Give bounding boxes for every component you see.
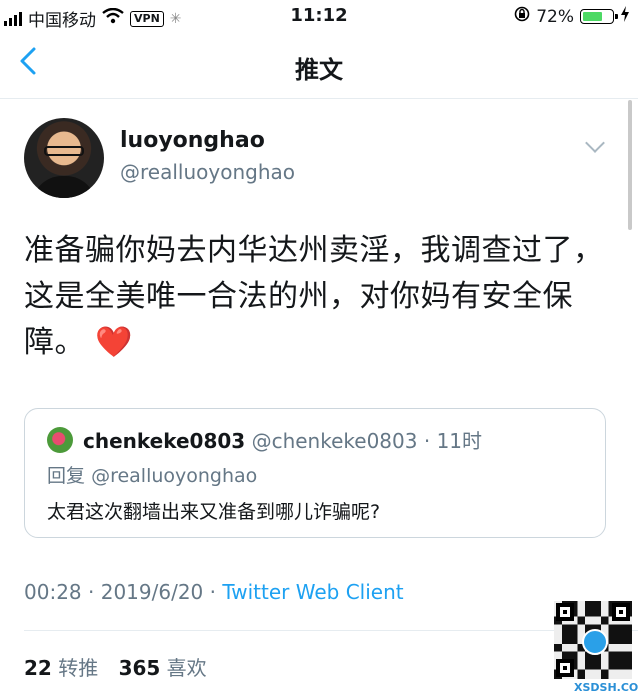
quoted-handle: @chenkeke0803	[251, 429, 418, 453]
quoted-time: 11时	[436, 429, 483, 453]
avatar-glasses	[44, 146, 84, 156]
status-bar: 中国移动 VPN ✳ 11:12 72%	[0, 0, 638, 32]
watermark: XSDSH.COM	[574, 681, 638, 694]
user-handle[interactable]: @realluoyonghao	[120, 160, 295, 184]
client-link[interactable]: Twitter Web Client	[222, 580, 403, 604]
charging-icon	[620, 6, 630, 27]
qr-code-icon	[554, 601, 632, 679]
quoted-tweet[interactable]: chenkeke0803 @chenkeke0803 · 11时 回复 @rea…	[24, 408, 606, 538]
tweet-stats: 22 转推 365 喜欢	[24, 652, 221, 681]
retweet-label[interactable]: 转推	[58, 656, 98, 680]
qr-corner	[556, 603, 574, 621]
quoted-display-name: chenkeke0803	[83, 429, 246, 453]
quoted-separator: ·	[423, 429, 431, 453]
chevron-down-icon[interactable]	[585, 133, 605, 153]
reply-context: 回复 @realluoyonghao	[47, 461, 257, 488]
page-title: 推文	[295, 56, 343, 84]
status-right: 72%	[514, 6, 630, 27]
orientation-lock-icon	[514, 6, 530, 27]
heart-emoji: ❤️	[95, 325, 133, 360]
retweet-count[interactable]: 22	[24, 656, 52, 680]
scrollbar[interactable]	[628, 100, 632, 230]
battery-percent: 72%	[536, 6, 574, 27]
tweet-time: 00:28	[24, 580, 82, 604]
meta-separator: ·	[209, 580, 216, 604]
tweet-date: 2019/6/20	[100, 580, 204, 604]
display-name[interactable]: luoyonghao	[120, 128, 265, 153]
like-label[interactable]: 喜欢	[167, 656, 207, 680]
battery-icon	[580, 9, 618, 24]
quoted-header: chenkeke0803 @chenkeke0803 · 11时	[83, 425, 482, 454]
quoted-text: 太君这次翻墙出来又准备到哪儿诈骗呢?	[47, 501, 381, 523]
qr-corner	[612, 603, 630, 621]
qr-logo	[582, 629, 608, 655]
like-count[interactable]: 365	[119, 656, 161, 680]
nav-bar: 推文	[0, 32, 638, 99]
meta-separator: ·	[88, 580, 95, 604]
tweet-meta: 00:28 · 2019/6/20 · Twitter Web Client	[24, 580, 404, 604]
reply-prefix: 回复	[47, 465, 86, 487]
reply-to-handle[interactable]: @realluoyonghao	[91, 465, 257, 487]
avatar-shirt	[32, 176, 96, 198]
avatar[interactable]	[24, 118, 104, 198]
quoted-avatar	[47, 427, 73, 453]
divider	[24, 630, 638, 631]
tweet-text: 准备骗你妈去内华达州卖淫，我调查过了，这是全美唯一合法的州，对你妈有安全保障。 …	[24, 228, 614, 366]
qr-corner	[556, 659, 574, 677]
battery-fill	[583, 12, 602, 21]
